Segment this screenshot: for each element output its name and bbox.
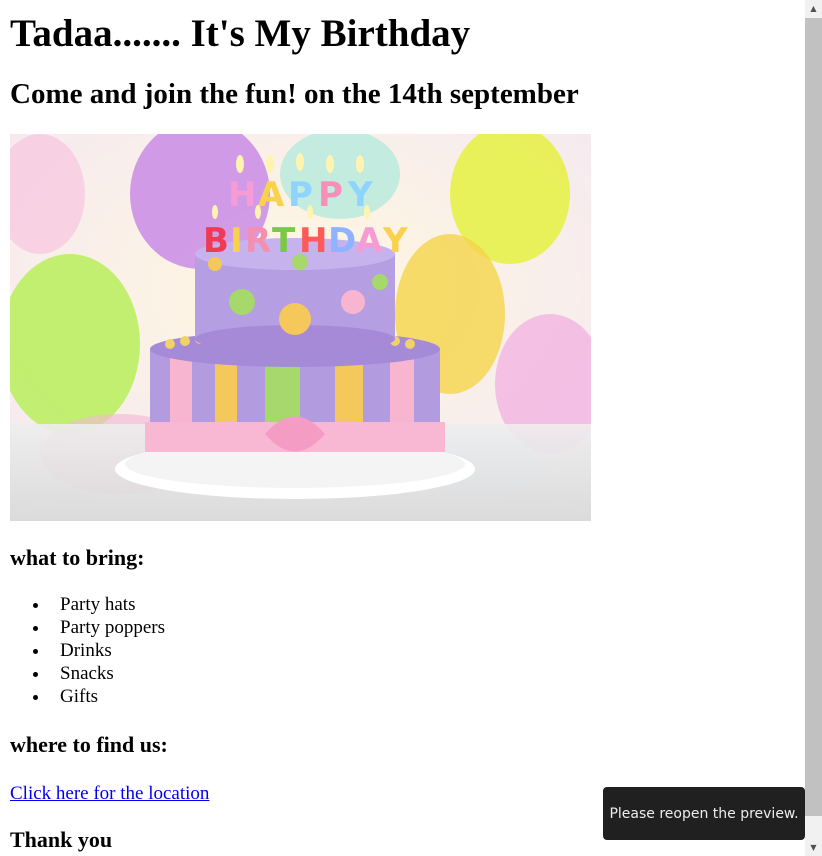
svg-text:P: P [318,175,343,215]
svg-text:D: D [328,221,356,261]
birthday-cake-image: H A P P Y B I R T H D A Y [10,134,591,521]
list-item: Party poppers [50,616,805,639]
list-item: Drinks [50,639,805,662]
triangle-down-icon[interactable]: ▼ [805,839,822,856]
list-item: Party hats [50,593,805,616]
svg-text:R: R [245,221,271,261]
page-content: Tadaa....... It's My Birthday Come and j… [0,0,805,856]
svg-text:H: H [299,221,327,261]
triangle-up-icon[interactable]: ▲ [805,0,822,17]
svg-text:A: A [258,175,285,215]
svg-text:A: A [356,221,383,261]
svg-text:B: B [203,221,229,261]
svg-text:T: T [272,221,296,261]
location-link[interactable]: Click here for the location [10,783,209,804]
what-to-bring-heading: what to bring: [10,545,145,570]
page-subtitle: Come and join the fun! on the 14th septe… [10,78,579,110]
where-to-find-heading: where to find us: [10,732,168,757]
toast-notification: Please reopen the preview. [603,787,805,840]
bring-list: Party hats Party poppers Drinks Snacks G… [10,593,805,708]
svg-text:Y: Y [382,221,408,261]
toast-message: Please reopen the preview. [609,805,799,822]
list-item: Gifts [50,685,805,708]
scroll-thumb[interactable] [805,18,822,816]
list-item: Snacks [50,662,805,685]
svg-text:H: H [228,175,256,215]
page-title: Tadaa....... It's My Birthday [10,12,471,55]
svg-text:I: I [230,221,243,261]
vertical-scrollbar[interactable]: ▲ ▼ [805,0,822,856]
